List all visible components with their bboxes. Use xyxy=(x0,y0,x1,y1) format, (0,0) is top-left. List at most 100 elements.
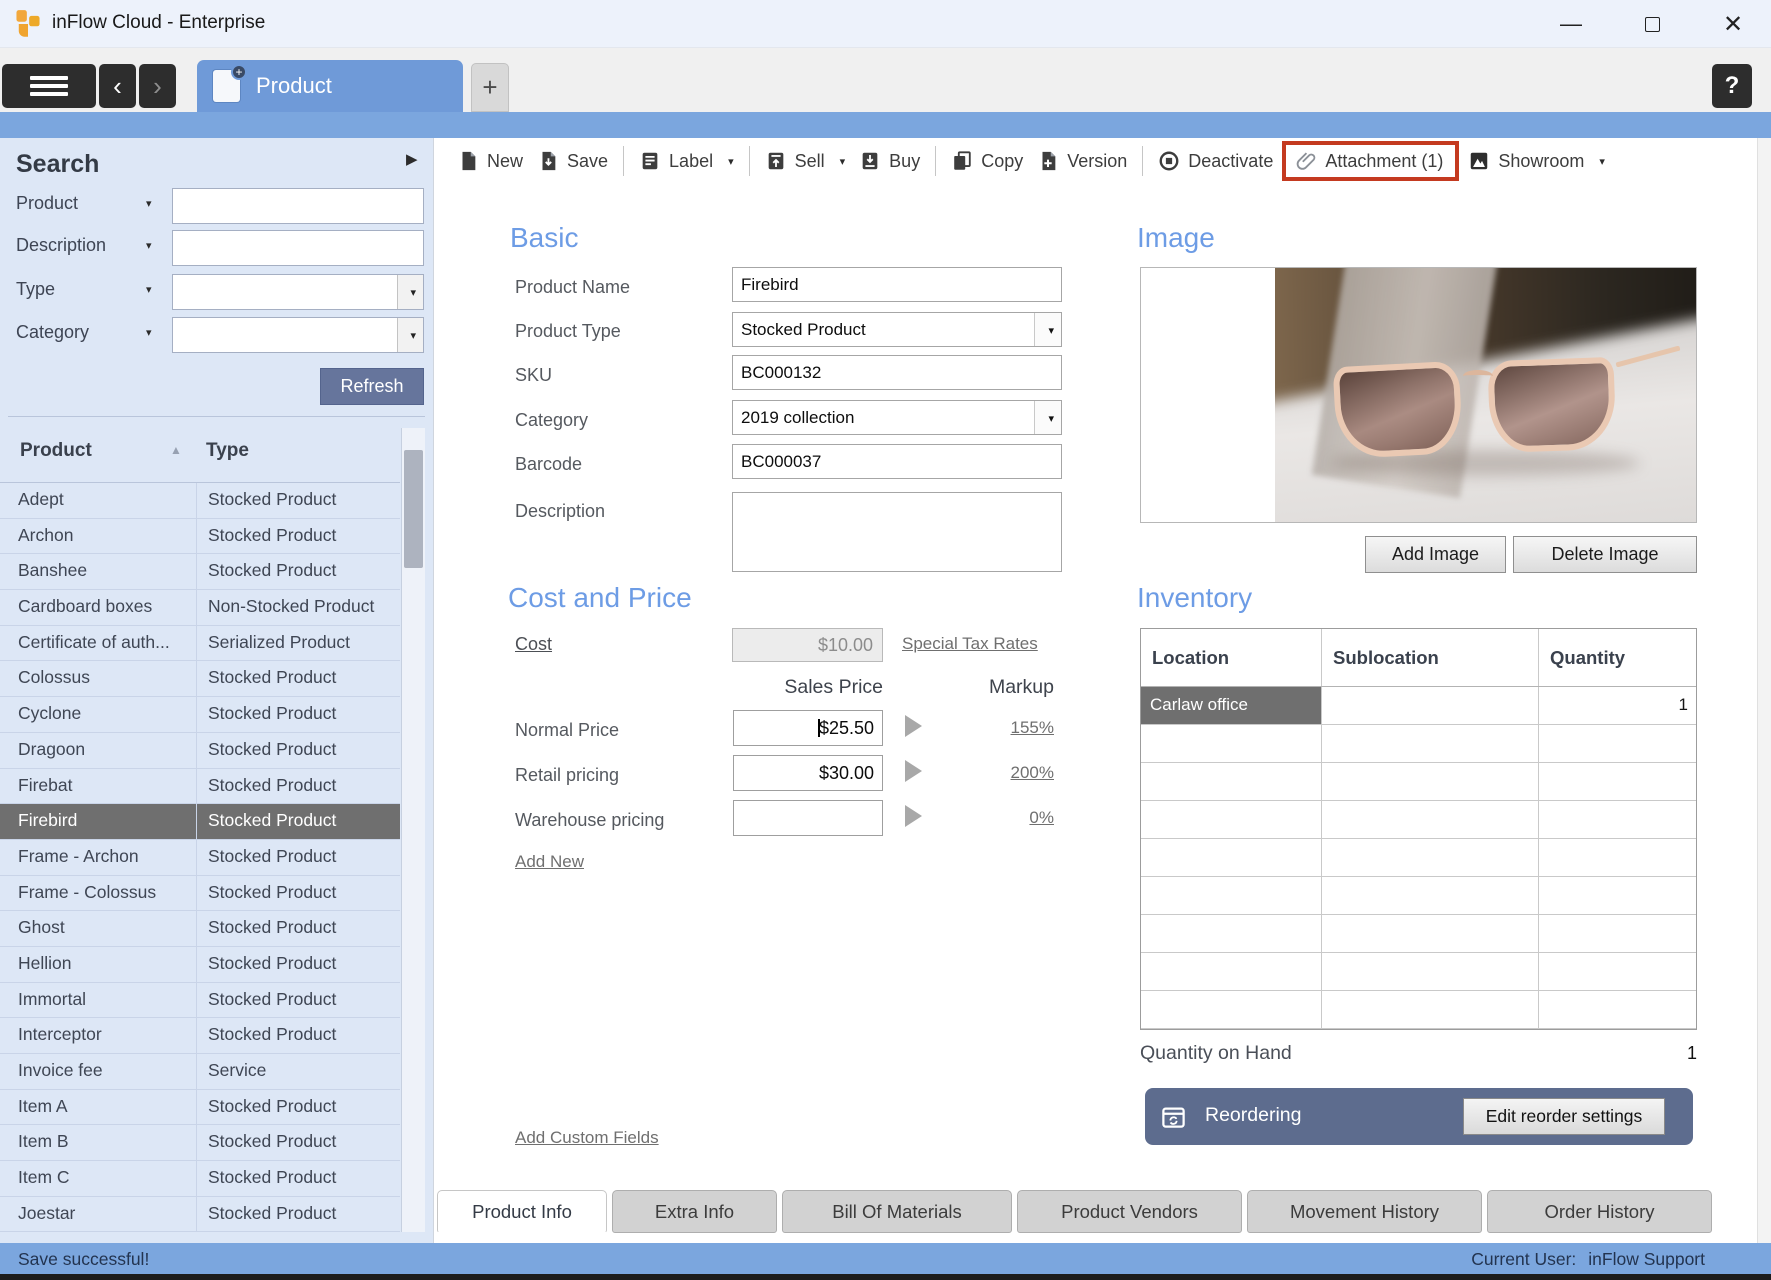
product-list-row[interactable]: ColossusStocked Product xyxy=(0,661,400,697)
sublocation-cell[interactable] xyxy=(1321,687,1538,724)
type-cell[interactable]: Stocked Product xyxy=(196,840,400,875)
inventory-row[interactable] xyxy=(1141,801,1696,839)
add-custom-fields-link[interactable]: Add Custom Fields xyxy=(515,1128,659,1148)
inventory-row[interactable] xyxy=(1141,839,1696,877)
sublocation-cell[interactable] xyxy=(1321,953,1538,990)
product-cell[interactable]: Immortal xyxy=(0,983,196,1018)
delete-image-button[interactable]: Delete Image xyxy=(1513,536,1697,573)
location-cell[interactable] xyxy=(1141,915,1321,952)
type-cell[interactable]: Stocked Product xyxy=(196,1125,400,1160)
product-list-row[interactable]: Frame - ArchonStocked Product xyxy=(0,840,400,876)
product-list-row[interactable]: Frame - ColossusStocked Product xyxy=(0,876,400,912)
location-cell[interactable] xyxy=(1141,801,1321,838)
sku-input[interactable]: BC000132 xyxy=(732,355,1062,390)
description-textarea[interactable] xyxy=(732,492,1062,572)
tab-bill-of-materials[interactable]: Bill Of Materials xyxy=(782,1190,1012,1233)
product-cell[interactable]: Interceptor xyxy=(0,1018,196,1053)
location-cell[interactable] xyxy=(1141,725,1321,762)
product-list-row[interactable]: CycloneStocked Product xyxy=(0,697,400,733)
product-cell[interactable]: Colossus xyxy=(0,661,196,696)
product-cell[interactable]: Item B xyxy=(0,1125,196,1160)
product-list-row[interactable]: GhostStocked Product xyxy=(0,911,400,947)
inventory-row[interactable] xyxy=(1141,877,1696,915)
type-cell[interactable]: Stocked Product xyxy=(196,483,400,518)
tab-product[interactable]: + Product xyxy=(197,60,463,112)
product-cell[interactable]: Dragoon xyxy=(0,733,196,768)
search-input-product[interactable] xyxy=(172,188,424,224)
minimize-button[interactable]: — xyxy=(1551,6,1591,42)
product-list-row[interactable]: ArchonStocked Product xyxy=(0,519,400,555)
tab-product-vendors[interactable]: Product Vendors xyxy=(1017,1190,1242,1233)
product-cell[interactable]: Cyclone xyxy=(0,697,196,732)
panel-collapse-icon[interactable]: ▶ xyxy=(406,150,418,168)
toolbar-save-button[interactable]: Save xyxy=(537,150,608,172)
scrollbar-thumb[interactable] xyxy=(404,450,423,568)
sublocation-cell[interactable] xyxy=(1321,839,1538,876)
type-cell[interactable]: Stocked Product xyxy=(196,1197,400,1232)
nav-forward-button[interactable]: › xyxy=(139,64,176,108)
toolbar-version-button[interactable]: Version xyxy=(1037,150,1127,172)
type-cell[interactable]: Stocked Product xyxy=(196,947,400,982)
type-cell[interactable]: Stocked Product xyxy=(196,804,400,839)
type-cell[interactable]: Service xyxy=(196,1054,400,1089)
inventory-row[interactable] xyxy=(1141,953,1696,991)
location-cell[interactable] xyxy=(1141,877,1321,914)
column-header-type[interactable]: Type xyxy=(206,440,249,462)
product-list-row[interactable]: Item CStocked Product xyxy=(0,1161,400,1197)
product-cell[interactable]: Adept xyxy=(0,483,196,518)
field-dropdown-icon[interactable]: ▾ xyxy=(146,239,152,252)
location-cell[interactable] xyxy=(1141,953,1321,990)
toolbar-copy-button[interactable]: Copy xyxy=(951,150,1023,172)
product-cell[interactable]: Firebird xyxy=(0,804,196,839)
field-dropdown-icon[interactable]: ▾ xyxy=(146,283,152,296)
type-cell[interactable]: Stocked Product xyxy=(196,554,400,589)
location-cell[interactable] xyxy=(1141,991,1321,1028)
quantity-cell[interactable] xyxy=(1538,877,1696,914)
type-cell[interactable]: Stocked Product xyxy=(196,661,400,696)
location-cell[interactable] xyxy=(1141,839,1321,876)
product-list-row[interactable]: Item BStocked Product xyxy=(0,1125,400,1161)
tab-order-history[interactable]: Order History xyxy=(1487,1190,1712,1233)
product-cell[interactable]: Cardboard boxes xyxy=(0,590,196,625)
close-button[interactable]: ✕ xyxy=(1713,6,1753,42)
type-cell[interactable]: Stocked Product xyxy=(196,1161,400,1196)
new-tab-button[interactable]: + xyxy=(471,63,509,112)
product-cell[interactable]: Joestar xyxy=(0,1197,196,1232)
quantity-cell[interactable] xyxy=(1538,953,1696,990)
refresh-button[interactable]: Refresh xyxy=(320,368,424,405)
type-cell[interactable]: Stocked Product xyxy=(196,697,400,732)
inventory-row[interactable] xyxy=(1141,763,1696,801)
product-cell[interactable]: Hellion xyxy=(0,947,196,982)
quantity-cell[interactable]: 1 xyxy=(1538,687,1696,724)
product-cell[interactable]: Banshee xyxy=(0,554,196,589)
type-cell[interactable]: Stocked Product xyxy=(196,769,400,804)
product-list-row[interactable]: Certificate of auth...Serialized Product xyxy=(0,626,400,662)
apply-markup-icon[interactable] xyxy=(905,760,922,782)
type-cell[interactable]: Serialized Product xyxy=(196,626,400,661)
barcode-input[interactable]: BC000037 xyxy=(732,444,1062,479)
tab-movement-history[interactable]: Movement History xyxy=(1247,1190,1482,1233)
field-dropdown-icon[interactable]: ▾ xyxy=(146,197,152,210)
maximize-button[interactable] xyxy=(1632,6,1672,42)
product-list-row[interactable]: ImmortalStocked Product xyxy=(0,983,400,1019)
toolbar-label-button[interactable]: Label▾ xyxy=(639,150,734,172)
product-cell[interactable]: Ghost xyxy=(0,911,196,946)
normal-price-input[interactable]: $25.50 xyxy=(733,710,883,746)
special-tax-rates-link[interactable]: Special Tax Rates xyxy=(902,634,1038,654)
product-list-row[interactable]: AdeptStocked Product xyxy=(0,483,400,519)
apply-markup-icon[interactable] xyxy=(905,715,922,737)
cost-link[interactable]: Cost xyxy=(515,634,552,655)
tab-product-info[interactable]: Product Info xyxy=(437,1190,607,1233)
product-name-input[interactable]: Firebird xyxy=(732,267,1062,302)
quantity-cell[interactable] xyxy=(1538,763,1696,800)
product-cell[interactable]: Item C xyxy=(0,1161,196,1196)
category-select[interactable]: 2019 collection▾ xyxy=(732,400,1062,435)
retail-markup-link[interactable]: 200% xyxy=(958,763,1054,783)
product-list-row[interactable]: JoestarStocked Product xyxy=(0,1197,400,1232)
toolbar-showroom-button[interactable]: Showroom▾ xyxy=(1468,150,1605,172)
product-list-row[interactable]: FirebirdStocked Product xyxy=(0,804,400,840)
apply-markup-icon[interactable] xyxy=(905,805,922,827)
product-cell[interactable]: Frame - Archon xyxy=(0,840,196,875)
toolbar-sell-button[interactable]: Sell▾ xyxy=(765,150,846,172)
inventory-row[interactable]: Carlaw office1 xyxy=(1141,687,1696,725)
